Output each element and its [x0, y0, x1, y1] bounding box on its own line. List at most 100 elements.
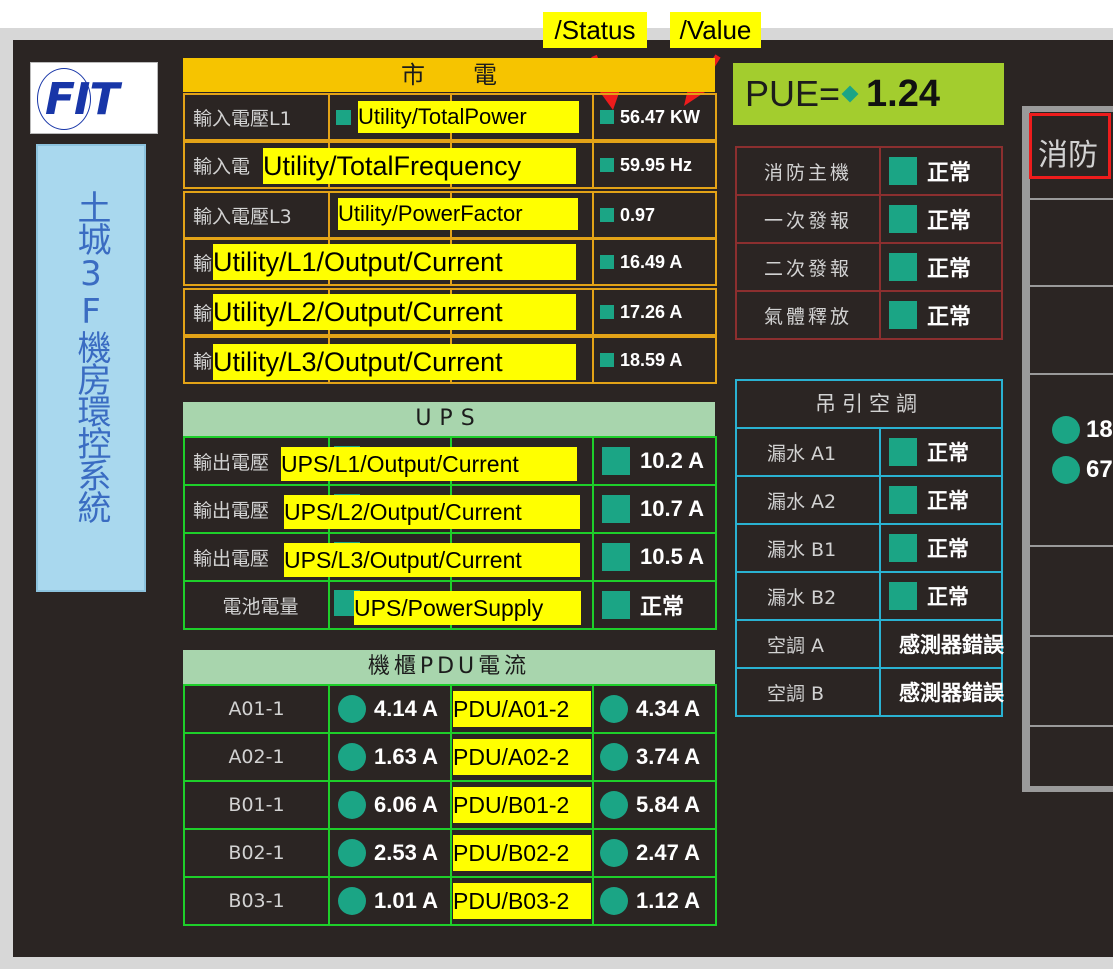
right-divider [1030, 198, 1113, 200]
aircon-label-cell: 漏水 B1 [735, 523, 881, 573]
pdu-value2-cell: 3.74 A [592, 732, 717, 782]
pdu-label-cell: B02-1 [183, 828, 330, 878]
utility-header: 市 電 [183, 58, 715, 92]
status-square-icon [600, 158, 614, 172]
status-dot-icon [338, 887, 366, 915]
right-divider [1030, 373, 1113, 375]
pdu-tag-cell: PDU/A01-2 [450, 684, 594, 734]
pdu-row-value1: 4.14 A [374, 696, 439, 721]
utility-tag-label: Utility/PowerFactor [338, 198, 578, 230]
fire-label-cell: 一次發報 [735, 194, 881, 244]
utility-row-value: 56.47 KW [620, 106, 701, 127]
ups-tag-label: UPS/L2/Output/Current [284, 495, 580, 529]
ups-header: UPS [183, 402, 715, 436]
ups-value-cell: 10.2 A [592, 436, 717, 486]
status-square-icon [889, 582, 917, 610]
pue-value: 1.24 [866, 72, 941, 115]
page-title: 土城3F機房環控系統 [71, 190, 111, 522]
status-square-icon [889, 486, 917, 514]
aircon-row-label: 空調 B [767, 682, 825, 705]
aircon-row-label: 空調 A [767, 634, 825, 657]
pdu-row-label: A01-1 [228, 698, 285, 720]
pdu-row-label: B01-1 [228, 794, 285, 816]
fire-row-label: 二次發報 [763, 257, 852, 280]
utility-row-label: 輸 [193, 350, 213, 373]
aircon-label-cell: 空調 B [735, 667, 881, 717]
aircon-status-cell: 正常 [879, 571, 1003, 621]
pdu-row-label: A02-1 [228, 746, 285, 768]
status-dot-icon [600, 743, 628, 771]
aircon-status-cell: 感測器錯誤 [879, 667, 1004, 717]
pdu-row-value2: 3.74 A [636, 744, 701, 769]
fire-row-status: 正常 [927, 305, 972, 330]
status-dot-icon [338, 743, 366, 771]
right-reading-2-value: 67 [1086, 456, 1113, 483]
pdu-label-cell: B01-1 [183, 780, 330, 830]
pdu-tag-cell: PDU/B03-2 [450, 876, 594, 926]
pdu-tag-cell: PDU/B02-2 [450, 828, 594, 878]
aircon-row-status: 正常 [927, 441, 969, 465]
fire-status-cell: 正常 [879, 194, 1003, 244]
pdu-row-value1: 2.53 A [374, 840, 439, 865]
aircon-header-box: 吊引空調 [735, 379, 1003, 429]
pdu-value1-cell: 6.06 A [328, 780, 452, 830]
aircon-row-status: 正常 [927, 489, 969, 513]
logo-text: FIT [45, 74, 119, 125]
aircon-row-status: 正常 [927, 585, 969, 609]
status-dot-icon [338, 839, 366, 867]
status-square-icon [602, 447, 630, 475]
ups-row-value: 10.5 A [640, 544, 705, 569]
right-reading-2: 67 [1052, 454, 1113, 486]
fit-logo: FIT [30, 62, 158, 134]
pdu-value1-cell: 1.63 A [328, 732, 452, 782]
aircon-label-cell: 空調 A [735, 619, 881, 669]
right-divider [1030, 545, 1113, 547]
pdu-tag-label: PDU/B03-2 [453, 883, 591, 919]
status-square-icon [602, 543, 630, 571]
fire-row-status: 正常 [927, 257, 972, 282]
utility-row-value: 17.26 A [620, 301, 683, 322]
pdu-value1-cell: 2.53 A [328, 828, 452, 878]
aircon-row-status: 正常 [927, 537, 969, 561]
system-title-panel: 土城3F機房環控系統 [36, 144, 146, 592]
right-divider [1030, 725, 1113, 727]
aircon-row-status: 感測器錯誤 [899, 681, 1004, 705]
pdu-row-label: B02-1 [228, 842, 285, 864]
fire-label-cell: 氣體釋放 [735, 290, 881, 340]
status-square-icon [889, 205, 917, 233]
status-dot-icon [600, 839, 628, 867]
status-square-icon [602, 591, 630, 619]
utility-value-cell: 17.26 A [592, 288, 717, 336]
pdu-value1-cell: 4.14 A [328, 684, 452, 734]
pdu-value1-cell: 1.01 A [328, 876, 452, 926]
utility-label-cell: 輸入電壓L1 [183, 93, 330, 141]
status-dot-icon [600, 695, 628, 723]
status-dot-icon [1052, 456, 1080, 484]
status-dot-icon [338, 695, 366, 723]
pdu-label-cell: B03-1 [183, 876, 330, 926]
right-reading-1: 18 [1052, 414, 1113, 446]
status-square-icon [600, 255, 614, 269]
aircon-row-status: 感測器錯誤 [899, 633, 1004, 657]
pdu-value2-cell: 1.12 A [592, 876, 717, 926]
fire-row-label: 氣體釋放 [763, 305, 852, 328]
pdu-label-cell: A02-1 [183, 732, 330, 782]
utility-row-label: 輸入電壓L1 [193, 107, 292, 130]
status-dot-icon [338, 791, 366, 819]
ups-tag-label: UPS/PowerSupply [354, 591, 581, 625]
status-square-icon [336, 110, 351, 125]
fire-label-cell: 消防主機 [735, 146, 881, 196]
aircon-status-cell: 正常 [879, 523, 1003, 573]
fire-side-label: 消防 [1029, 113, 1111, 179]
utility-row-label: 輸入電 [193, 155, 251, 178]
status-square-icon [889, 534, 917, 562]
aircon-status-cell: 正常 [879, 475, 1003, 525]
aircon-status-cell: 正常 [879, 427, 1003, 477]
ups-row-label: 電池電量 [222, 595, 299, 618]
status-square-icon [600, 208, 614, 222]
utility-tag-label: Utility/L2/Output/Current [213, 294, 576, 330]
pdu-tag-label: PDU/B02-2 [453, 835, 591, 871]
fire-status-cell: 正常 [879, 146, 1003, 196]
pue-display: PUE= 1.24 [733, 63, 1004, 125]
pdu-row-label: B03-1 [228, 890, 285, 912]
